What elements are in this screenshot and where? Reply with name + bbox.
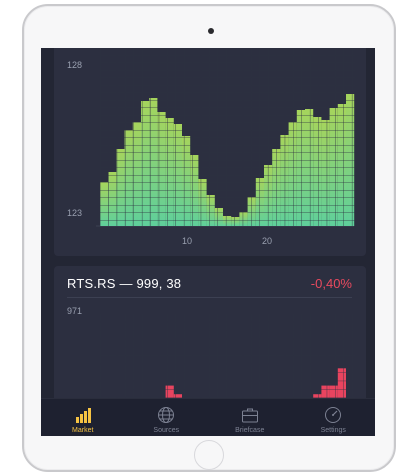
globe-icon (158, 407, 175, 423)
tab-label: Sources (153, 427, 180, 434)
tab-settings[interactable]: Settings (292, 399, 376, 436)
price-chart: 128 123 10 20 (67, 48, 355, 246)
tab-label: Market (72, 427, 94, 434)
tab-sources[interactable]: Sources (125, 399, 209, 436)
front-camera (208, 28, 214, 34)
x-tick-label-20: 20 (262, 236, 272, 246)
tab-market[interactable]: Market (41, 399, 125, 436)
y-min-label: 123 (67, 208, 82, 218)
bar-grid-overlay (100, 48, 355, 226)
home-button[interactable] (194, 440, 224, 470)
price-chart-card: 128 123 10 20 (54, 48, 366, 256)
ticker-title: RTS.RS — 999, 38 (67, 276, 182, 291)
briefcase-icon (241, 408, 258, 423)
x-tick-label-10: 10 (182, 236, 192, 246)
tab-briefcase[interactable]: Briefcase (208, 399, 292, 436)
card-divider (67, 297, 352, 298)
tab-bar: Market Sources Briefcase Settings (41, 398, 375, 436)
price-change: -0,40% (310, 276, 352, 291)
app-screen: 128 123 10 20 RTS.RS — 999, 38 -0,40% 97… (41, 48, 375, 436)
tab-label: Briefcase (235, 427, 265, 434)
speedometer-icon (325, 407, 342, 423)
tab-label: Settings (320, 427, 346, 434)
bar-chart-icon (75, 408, 91, 423)
y-max-label: 128 (67, 60, 82, 70)
